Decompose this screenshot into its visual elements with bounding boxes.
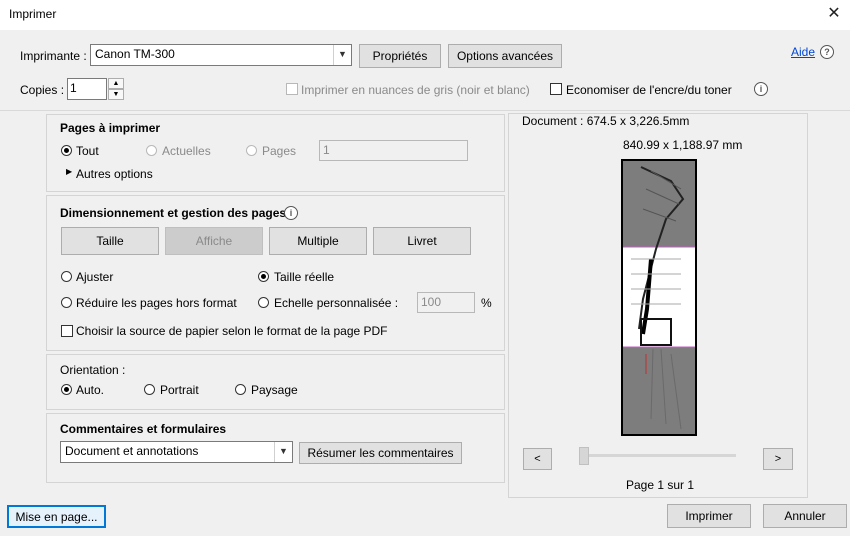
radio-all[interactable] bbox=[61, 145, 72, 156]
page-slider-thumb[interactable] bbox=[579, 447, 589, 465]
tab-poster[interactable]: Affiche bbox=[165, 227, 263, 255]
radio-actual-size-label: Taille réelle bbox=[274, 270, 335, 284]
radio-all-label: Tout bbox=[76, 144, 99, 158]
grayscale-checkbox[interactable] bbox=[286, 83, 298, 95]
page-setup-button[interactable]: Mise en page... bbox=[7, 505, 106, 528]
summarize-comments-button[interactable]: Résumer les commentaires bbox=[299, 442, 462, 464]
pages-range-input[interactable]: 1 bbox=[319, 140, 468, 161]
properties-button[interactable]: Propriétés bbox=[359, 44, 441, 68]
info-icon[interactable]: i bbox=[754, 82, 768, 96]
tab-booklet[interactable]: Livret bbox=[373, 227, 471, 255]
help-link[interactable]: Aide bbox=[791, 45, 815, 59]
page-preview-image bbox=[621, 159, 697, 436]
paper-source-label: Choisir la source de papier selon le for… bbox=[76, 324, 388, 338]
radio-fit[interactable] bbox=[61, 271, 72, 282]
radio-custom-scale-label: Echelle personnalisée : bbox=[274, 296, 399, 310]
sizing-heading: Dimensionnement et gestion des pages bbox=[60, 206, 287, 220]
chevron-down-icon: ▼ bbox=[333, 45, 351, 65]
close-icon[interactable]: ✕ bbox=[824, 3, 844, 25]
scale-input[interactable]: 100 bbox=[417, 292, 475, 313]
triangle-right-icon[interactable]: ▶ bbox=[66, 167, 72, 176]
help-question-icon[interactable]: ? bbox=[820, 45, 834, 59]
comments-select[interactable]: Document et annotations ▼ bbox=[60, 441, 293, 463]
tab-multiple[interactable]: Multiple bbox=[269, 227, 367, 255]
radio-shrink[interactable] bbox=[61, 297, 72, 308]
percent-label: % bbox=[481, 296, 492, 310]
radio-portrait[interactable] bbox=[144, 384, 155, 395]
copies-increment-button[interactable]: ▲ bbox=[108, 78, 124, 89]
page-slider-track[interactable] bbox=[582, 454, 736, 457]
printer-settings-bar bbox=[0, 30, 850, 111]
cancel-button[interactable]: Annuler bbox=[763, 504, 847, 528]
save-ink-checkbox[interactable] bbox=[550, 83, 562, 95]
document-size: Document : 674.5 x 3,226.5mm bbox=[522, 114, 690, 128]
radio-portrait-label: Portrait bbox=[160, 383, 199, 397]
comments-heading: Commentaires et formulaires bbox=[60, 422, 227, 436]
advanced-options-button[interactable]: Options avancées bbox=[448, 44, 562, 68]
radio-pages[interactable] bbox=[246, 145, 257, 156]
print-button[interactable]: Imprimer bbox=[667, 504, 751, 528]
previous-page-button[interactable]: < bbox=[523, 448, 552, 470]
paper-source-checkbox[interactable] bbox=[61, 325, 73, 337]
more-options-toggle[interactable]: Autres options bbox=[76, 167, 153, 181]
radio-auto[interactable] bbox=[61, 384, 72, 395]
printer-select[interactable]: Canon TM-300 ▼ bbox=[90, 44, 352, 66]
info-icon[interactable]: i bbox=[284, 206, 298, 220]
radio-auto-label: Auto. bbox=[76, 383, 105, 397]
radio-custom-scale[interactable] bbox=[258, 297, 269, 308]
copies-label: Copies : bbox=[20, 83, 65, 97]
orientation-heading: Orientation : bbox=[60, 363, 126, 377]
next-page-button[interactable]: > bbox=[763, 448, 793, 470]
printer-label: Imprimante : bbox=[20, 49, 87, 63]
radio-fit-label: Ajuster bbox=[76, 270, 114, 284]
copies-input[interactable]: 1 bbox=[67, 78, 107, 100]
pages-heading: Pages à imprimer bbox=[60, 121, 161, 135]
copies-value: 1 bbox=[70, 81, 77, 95]
printer-select-value: Canon TM-300 bbox=[95, 47, 175, 61]
radio-shrink-label: Réduire les pages hors format bbox=[76, 296, 237, 310]
chevron-down-icon: ▼ bbox=[274, 442, 292, 462]
copies-decrement-button[interactable]: ▼ bbox=[108, 89, 124, 100]
radio-current[interactable] bbox=[146, 145, 157, 156]
comments-select-value: Document et annotations bbox=[65, 444, 199, 458]
title-bar bbox=[0, 0, 850, 30]
radio-landscape[interactable] bbox=[235, 384, 246, 395]
grayscale-label: Imprimer en nuances de gris (noir et bla… bbox=[301, 83, 530, 97]
window-title: Imprimer bbox=[9, 7, 57, 21]
page-info: Page 1 sur 1 bbox=[626, 478, 695, 492]
radio-pages-label: Pages bbox=[262, 144, 297, 158]
paper-size: 840.99 x 1,188.97 mm bbox=[623, 138, 743, 152]
save-ink-label: Economiser de l'encre/du toner bbox=[566, 83, 732, 97]
tab-size[interactable]: Taille bbox=[61, 227, 159, 255]
radio-actual-size[interactable] bbox=[258, 271, 269, 282]
radio-landscape-label: Paysage bbox=[251, 383, 298, 397]
radio-current-label: Actuelles bbox=[162, 144, 211, 158]
